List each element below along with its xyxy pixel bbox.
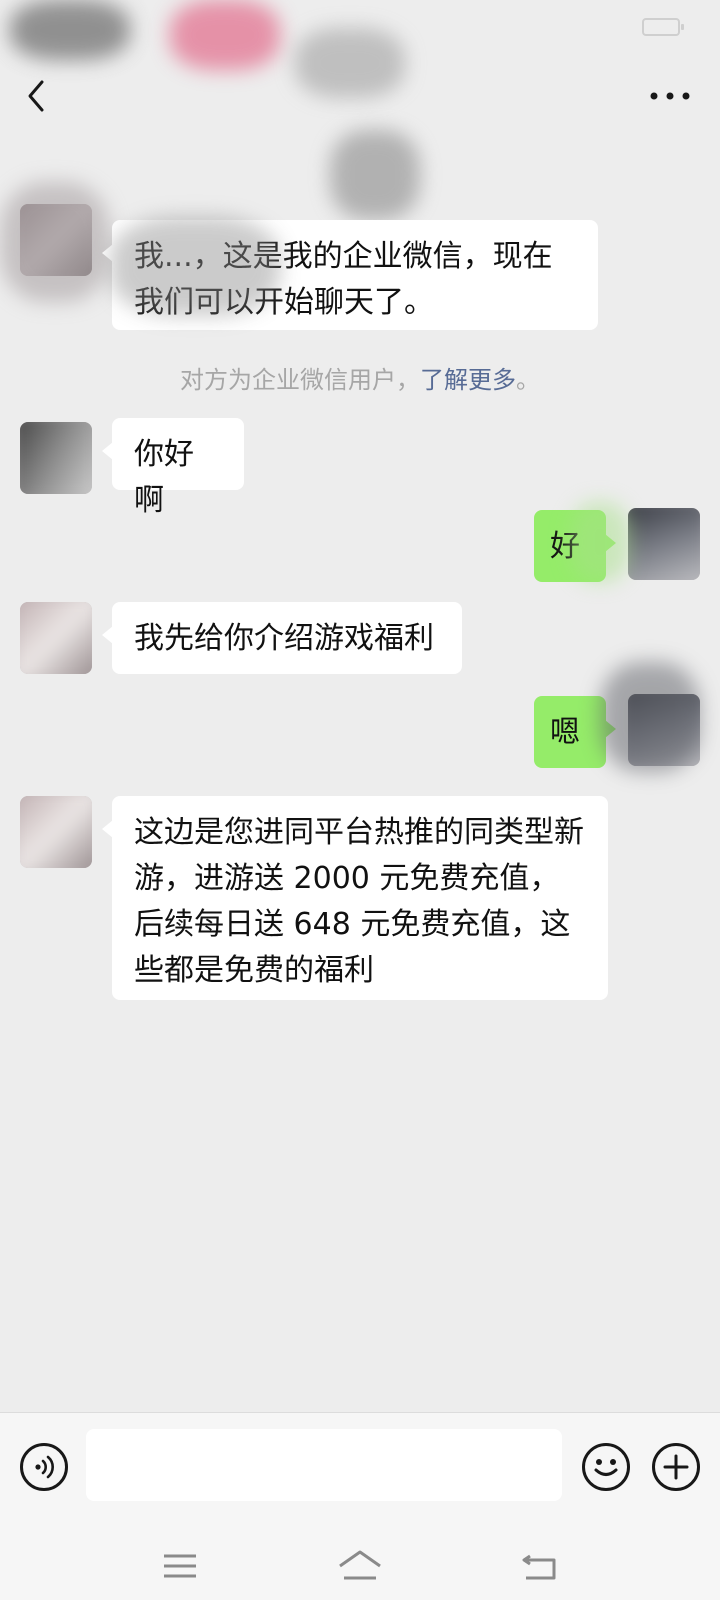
system-nav-bar [0, 1532, 720, 1600]
avatar[interactable] [20, 422, 92, 494]
back-icon [522, 1554, 556, 1580]
avatar[interactable] [20, 602, 92, 674]
message-text: 这边是您进同平台热推的同类型新游，进游送 2000 元免费充值，后续每日送 64… [134, 815, 584, 988]
add-button[interactable] [652, 1443, 700, 1491]
voice-icon [35, 1455, 54, 1479]
system-notice-end: 。 [516, 366, 540, 394]
message-bubble[interactable]: 你好啊 [102, 418, 244, 518]
redacted-area [110, 216, 280, 316]
message-bubble[interactable]: 我先给你介绍游戏福利 [102, 602, 462, 674]
chat-area[interactable]: 我...，这是我的企业微信，现在我们可以开始聊天了。 对方为企业微信用户，了解更… [0, 142, 720, 1412]
more-horizontal-icon [650, 92, 690, 100]
redacted-area [600, 662, 700, 772]
redacted-area [570, 502, 630, 582]
message-text: 你好啊 [134, 437, 194, 518]
voice-button[interactable] [20, 1443, 68, 1491]
status-bar [0, 0, 720, 98]
back-button[interactable] [16, 72, 64, 120]
message-bubble[interactable]: 这边是您进同平台热推的同类型新游，进游送 2000 元免费充值，后续每日送 64… [102, 796, 608, 1000]
nav-home-button[interactable] [330, 1542, 390, 1590]
message-text: 我先给你介绍游戏福利 [134, 621, 434, 656]
chevron-left-icon [28, 80, 44, 112]
emoji-icon [594, 1459, 618, 1476]
learn-more-link[interactable]: 了解更多 [420, 366, 516, 394]
message-text: 嗯 [550, 715, 580, 750]
system-notice: 对方为企业微信用户，了解更多。 [0, 360, 720, 395]
nav-back-button[interactable] [510, 1542, 570, 1590]
menu-icon [164, 1554, 196, 1578]
input-bar [0, 1412, 720, 1533]
message-input[interactable] [86, 1429, 562, 1501]
avatar[interactable] [628, 508, 700, 580]
chat-header [0, 50, 720, 220]
battery-icon [642, 18, 684, 36]
message-bubble[interactable]: 嗯 [534, 696, 616, 768]
redacted-area [0, 182, 110, 302]
plus-icon [663, 1454, 689, 1480]
system-notice-text: 对方为企业微信用户， [180, 366, 420, 394]
home-icon [339, 1550, 381, 1580]
nav-menu-button[interactable] [150, 1542, 210, 1590]
avatar[interactable] [20, 796, 92, 868]
more-button[interactable] [640, 72, 700, 120]
emoji-button[interactable] [582, 1443, 630, 1491]
